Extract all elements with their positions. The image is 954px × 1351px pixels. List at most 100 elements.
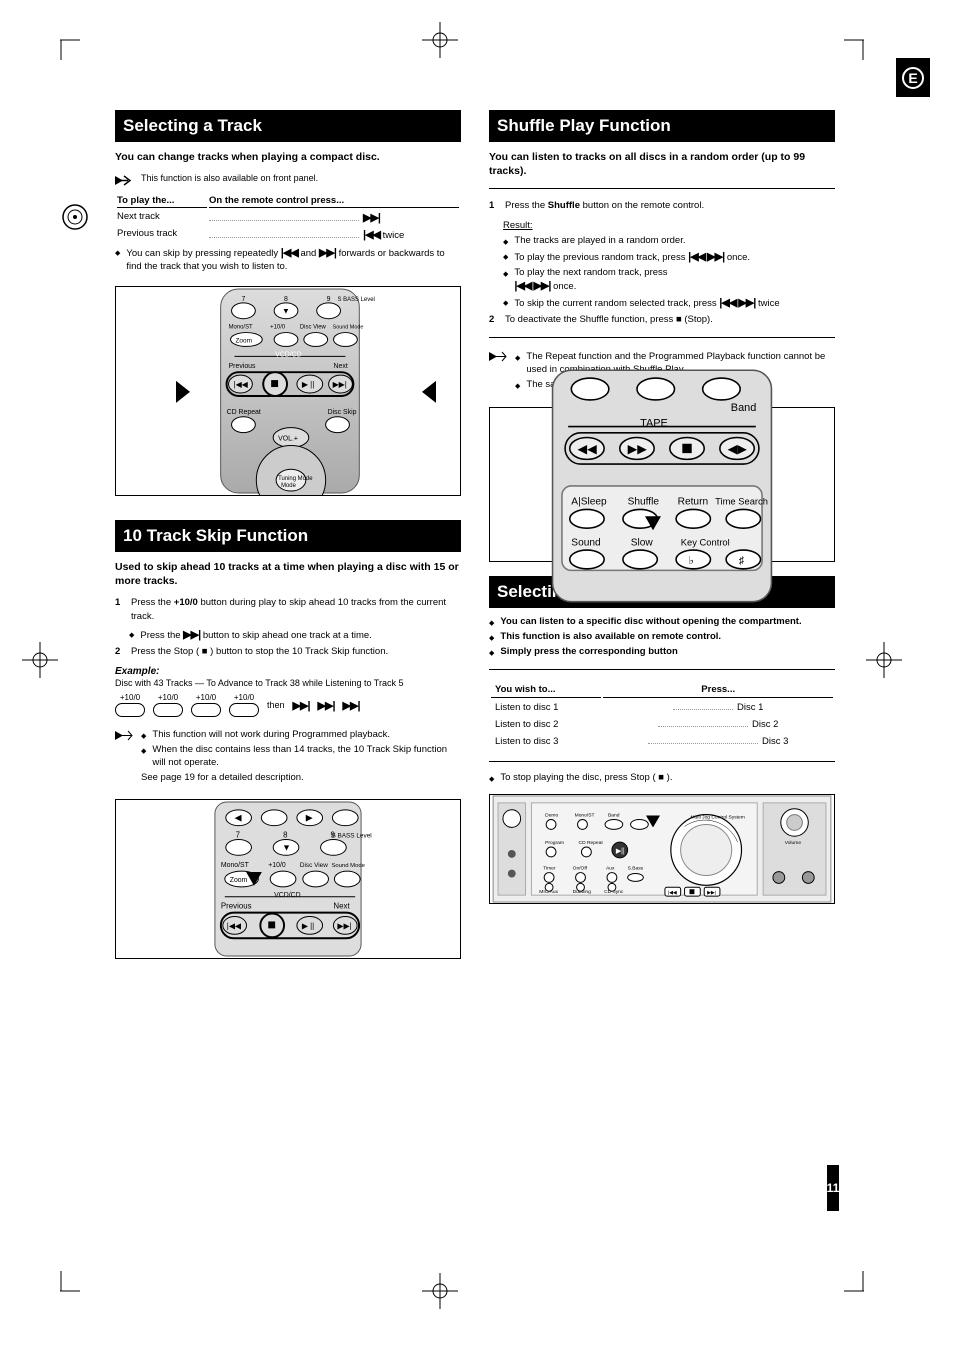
oval-button-icon <box>115 703 145 717</box>
svg-text:Disc View: Disc View <box>300 324 327 330</box>
intro-text: Used to skip ahead 10 tracks at a time w… <box>115 560 461 588</box>
svg-text:Shuffle: Shuffle <box>628 496 660 507</box>
register-mark <box>420 1271 460 1311</box>
svg-text:VOL.+: VOL.+ <box>278 435 298 442</box>
svg-text:Previous: Previous <box>229 363 256 370</box>
svg-text:▶ ||: ▶ || <box>302 921 314 930</box>
svg-text:Timer: Timer <box>543 866 556 872</box>
next-track-icon: ▶▶| <box>318 699 335 712</box>
svg-text:|◀◀: |◀◀ <box>227 921 242 930</box>
svg-text:Mode: Mode <box>281 483 297 489</box>
page-number: 11 <box>827 1165 839 1211</box>
svg-text:8: 8 <box>284 296 288 303</box>
arrow-right-icon <box>115 174 133 187</box>
remote-figure-1: 7 8 9 S BASS Level ▼ Mono/ST +10/0 Disc … <box>115 286 461 496</box>
remote-figure-3: Band TAPE ◀◀ ▶▶ ◀▶ A|Sleep Shuffle Retur… <box>489 407 835 562</box>
col-header: On the remote control press... <box>209 194 459 208</box>
tab-letter: E <box>908 70 917 86</box>
svg-text:▶▶|: ▶▶| <box>337 921 351 930</box>
svg-text:◀◀: ◀◀ <box>578 442 598 456</box>
row-label: Next track <box>117 210 207 225</box>
svg-text:Mono/ST: Mono/ST <box>229 324 253 330</box>
svg-text:Sound Mode: Sound Mode <box>331 863 365 869</box>
col-header: To play the... <box>117 194 207 208</box>
register-mark <box>864 640 904 680</box>
svg-text:Demo: Demo <box>545 813 558 819</box>
example-buttons-row: +10/0 +10/0 +10/0 +10/0 then ▶▶| ▶▶| ▶▶| <box>115 693 461 717</box>
svg-text:Multi Jog Control System: Multi Jog Control System <box>690 815 744 821</box>
svg-text:♭: ♭ <box>689 555 694 567</box>
track-controls-table: To play the... On the remote control pre… <box>115 192 461 244</box>
arrow-right-icon <box>115 729 133 742</box>
disc-select-table: You wish to...Press... Listen to disc 1D… <box>489 680 835 751</box>
step-2: 2 To deactivate the Shuffle function, pr… <box>489 313 835 327</box>
manual-page: E Selecting a Track You can change track… <box>0 0 954 1351</box>
svg-text:Sound Mode: Sound Mode <box>333 324 364 330</box>
svg-text:▶||: ▶|| <box>616 848 625 855</box>
svg-text:S.Bass: S.Bass <box>628 866 644 872</box>
oval-button-icon <box>229 703 259 717</box>
step-1: 1 Press the +10/0 button during play to … <box>115 596 461 624</box>
example-label: Example: <box>115 666 461 677</box>
prev-track-icon: |◀◀ <box>281 247 298 259</box>
svg-text:Mono/ST: Mono/ST <box>575 813 595 819</box>
svg-text:Sound: Sound <box>571 537 600 548</box>
intro-text: You can listen to tracks on all discs in… <box>489 150 835 178</box>
svg-text:TAPE: TAPE <box>640 417 668 429</box>
disc-icon <box>62 204 88 230</box>
oval-button-icon <box>153 703 183 717</box>
next-track-icon: ▶▶| <box>183 629 200 641</box>
svg-text:♯: ♯ <box>739 555 745 567</box>
prev-track-icon: |◀◀ ▶▶| <box>688 251 724 263</box>
section-title-shuffle: Shuffle Play Function <box>489 110 835 142</box>
diamond-icon: ◆ <box>503 238 508 248</box>
svg-text:Time Search: Time Search <box>715 496 768 506</box>
result-label: Result: <box>503 220 533 231</box>
svg-text:7: 7 <box>236 830 240 839</box>
step-2: 2 Press the Stop ( ■ ) button to stop th… <box>115 645 461 659</box>
note-row: This function is also available on front… <box>115 172 461 187</box>
remote-figure-2: ◀ ▶ 7 8 9 <box>115 799 461 959</box>
crop-mark <box>828 1271 864 1321</box>
svg-text:Previous: Previous <box>221 901 252 910</box>
svg-text:8: 8 <box>283 830 288 839</box>
svg-text:VCD/CD: VCD/CD <box>275 351 302 358</box>
stop-icon: ■ <box>676 314 682 325</box>
crop-mark <box>60 10 96 60</box>
stop-icon: ■ <box>658 772 664 783</box>
page-tab: E <box>896 58 930 97</box>
svg-text:Program: Program <box>545 841 564 847</box>
svg-text:9: 9 <box>327 296 331 303</box>
svg-text:Band: Band <box>608 813 620 819</box>
oval-button-icon <box>191 703 221 717</box>
svg-text:VCD/CD: VCD/CD <box>274 891 300 898</box>
svg-text:7: 7 <box>241 296 245 303</box>
crop-mark <box>828 10 864 60</box>
section-title-select-track: Selecting a Track <box>115 110 461 142</box>
crop-mark <box>60 1271 96 1321</box>
next-track-icon: ▶▶| <box>319 247 336 259</box>
svg-text:▼: ▼ <box>282 307 290 316</box>
next-track-icon: ▶▶| <box>343 699 360 712</box>
svg-text:S BASS Level: S BASS Level <box>331 832 371 839</box>
step-1: 1 Press the Shuffle button on the remote… <box>489 199 835 213</box>
arrow-right-icon <box>489 350 507 363</box>
svg-text:|◀◀: |◀◀ <box>234 380 249 389</box>
prev-track-icon: |◀◀ <box>363 229 380 241</box>
note-text: This function is also available on front… <box>141 172 318 184</box>
divider <box>489 669 835 670</box>
svg-text:Volume: Volume <box>785 841 802 847</box>
svg-text:Next: Next <box>334 363 348 370</box>
svg-text:▶▶: ▶▶ <box>628 442 648 456</box>
left-column: Selecting a Track You can change tracks … <box>115 110 461 959</box>
svg-text:+10/0: +10/0 <box>268 862 286 869</box>
device-front-panel-figure: Multi Jog Control System Demo Mono/ST Ba… <box>489 794 835 904</box>
right-column: Shuffle Play Function You can listen to … <box>489 110 835 959</box>
prev-track-icon: |◀◀ ▶▶| <box>719 297 755 309</box>
next-track-icon: ▶▶| <box>293 699 310 712</box>
next-track-icon: ▶▶| <box>363 212 380 224</box>
row-label: Previous track <box>117 227 207 242</box>
svg-text:Slow: Slow <box>631 537 654 548</box>
svg-text:+10/0: +10/0 <box>270 324 286 330</box>
svg-text:Return: Return <box>678 496 708 507</box>
